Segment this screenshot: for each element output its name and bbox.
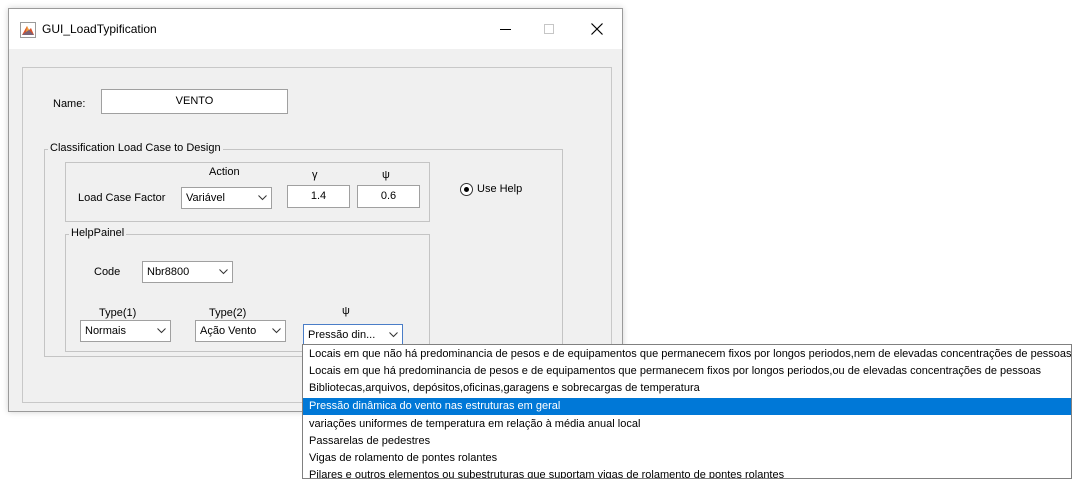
action-select-value: Variável <box>186 192 225 204</box>
window-title: GUI_LoadTypification <box>42 22 157 36</box>
use-help-label: Use Help <box>477 183 523 195</box>
action-select[interactable]: Variável <box>181 187 272 209</box>
minimize-icon[interactable] <box>483 15 527 45</box>
use-help-radio[interactable] <box>460 183 473 196</box>
type2-label: Type(2) <box>209 307 247 319</box>
dropdown-option[interactable]: Vigas de rolamento de pontes rolantes <box>303 450 1071 467</box>
type1-label: Type(1) <box>99 307 137 319</box>
dropdown-option[interactable]: Locais em que não há predominancia de pe… <box>303 346 1071 363</box>
help-panel-title: HelpPainel <box>69 227 127 239</box>
title-bar[interactable]: GUI_LoadTypification <box>9 9 622 49</box>
maximize-icon[interactable] <box>527 15 571 45</box>
code-select[interactable]: Nbr8800 <box>142 261 233 283</box>
name-field[interactable]: VENTO <box>101 89 288 114</box>
dropdown-option[interactable]: variações uniformes de temperatura em re… <box>303 416 1071 433</box>
chevron-down-icon <box>214 262 232 282</box>
psi-dropdown-list[interactable]: Locais em que não há predominancia de pe… <box>302 344 1072 479</box>
dropdown-option[interactable]: Passarelas de pedestres <box>303 433 1071 450</box>
name-label: Name: <box>53 98 86 110</box>
chevron-down-icon <box>384 325 402 345</box>
psi-select[interactable]: Pressão din... <box>303 324 403 346</box>
psi-select-value: Pressão din... <box>308 329 376 341</box>
close-icon[interactable] <box>575 15 619 45</box>
gamma-field[interactable]: 1.4 <box>287 185 350 208</box>
dropdown-option[interactable]: Bibliotecas,arquivos, depósitos,oficinas… <box>303 380 1071 397</box>
type2-select-value: Ação Vento <box>200 325 257 337</box>
dropdown-option-selected[interactable]: Pressão dinâmica do vento nas estruturas… <box>303 398 1071 415</box>
code-label: Code <box>94 266 121 278</box>
chevron-down-icon <box>152 321 170 341</box>
chevron-down-icon <box>267 321 285 341</box>
help-psi-label: ψ <box>342 305 350 317</box>
gamma-header: γ <box>312 169 318 181</box>
classification-group-title: Classification Load Case to Design <box>48 142 223 154</box>
type1-select-value: Normais <box>85 325 126 337</box>
dropdown-option[interactable]: Pilares e outros elementos ou subestrutu… <box>303 467 1071 478</box>
chevron-down-icon <box>253 188 271 208</box>
dropdown-option[interactable]: Locais em que há predominancia de pesos … <box>303 363 1071 380</box>
type1-select[interactable]: Normais <box>80 320 171 342</box>
type2-select[interactable]: Ação Vento <box>195 320 286 342</box>
psi-field[interactable]: 0.6 <box>357 185 420 208</box>
psi-header: ψ <box>382 169 390 181</box>
load-case-factor-label: Load Case Factor <box>78 192 166 204</box>
action-header: Action <box>209 166 240 178</box>
matlab-icon <box>20 22 36 38</box>
code-select-value: Nbr8800 <box>147 266 190 278</box>
